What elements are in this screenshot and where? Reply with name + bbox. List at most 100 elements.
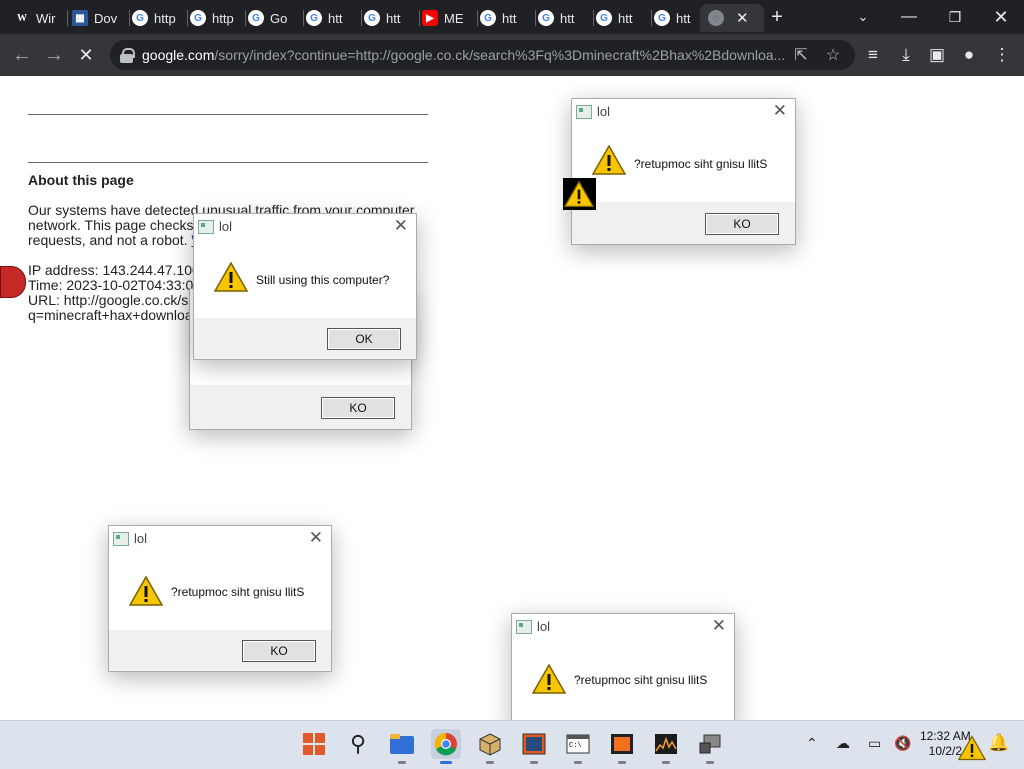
profile-icon[interactable]: ●: [956, 42, 982, 68]
tab-google-6[interactable]: G htt: [472, 4, 536, 32]
tab-wikipedia[interactable]: W Wir: [6, 4, 68, 32]
tab-google-3[interactable]: G Go: [240, 4, 304, 32]
window-icon: [516, 620, 532, 634]
performance-monitor-icon[interactable]: [651, 729, 681, 764]
ip-address: IP address: 143.244.47.100: [28, 262, 200, 278]
chevron-up-icon[interactable]: ⌃: [806, 735, 818, 752]
tab-label: Wir: [36, 10, 56, 26]
photo-icon: [522, 733, 546, 755]
dialog-message: ?retupmoc siht gnisu llitS: [171, 585, 305, 599]
minimize-button[interactable]: —: [894, 4, 924, 30]
tab-document[interactable]: ▦ Dov: [64, 4, 130, 32]
search-icon[interactable]: ⚲: [343, 729, 373, 759]
tab-google-7[interactable]: G htt: [530, 4, 594, 32]
wikipedia-icon: W: [17, 12, 27, 24]
google-icon: G: [248, 10, 264, 26]
ko-button[interactable]: KO: [705, 213, 779, 235]
terminal-icon[interactable]: C:\: [563, 729, 593, 764]
window-icon: [198, 220, 214, 234]
chrome-icon[interactable]: [431, 729, 461, 764]
tab-label: Dov: [94, 10, 118, 26]
box-icon: [479, 733, 501, 756]
dialog-message: Still using this computer?: [256, 273, 390, 287]
network-icon[interactable]: ▭: [868, 735, 881, 752]
tab-search-button[interactable]: ⌄: [848, 4, 878, 30]
warning-icon: [532, 664, 566, 694]
tab-label: htt: [328, 10, 343, 26]
console-icon: C:\: [566, 734, 590, 754]
dialog-lol-5: lol ✕ ?retupmoc siht gnisu llitS: [511, 613, 735, 735]
tab-label: Go: [270, 10, 288, 26]
new-tab-button[interactable]: +: [762, 4, 792, 30]
close-icon[interactable]: ✕: [309, 528, 323, 548]
google-icon: G: [306, 10, 322, 26]
image-app-icon[interactable]: [519, 729, 549, 764]
tab-google-5[interactable]: G htt: [356, 4, 420, 32]
warning-icon: [564, 180, 594, 208]
forward-button[interactable]: →: [41, 42, 67, 68]
warning-icon: [214, 262, 248, 292]
tab-google-8[interactable]: G htt: [588, 4, 652, 32]
window-app-icon: [611, 734, 633, 754]
google-icon: G: [538, 10, 554, 26]
side-panel-icon[interactable]: ▣: [924, 42, 950, 68]
document-icon: ▦: [72, 10, 88, 26]
address-bar[interactable]: google.com/sorry/index?continue=http://g…: [110, 40, 855, 70]
google-icon: G: [132, 10, 148, 26]
notification-bell-icon[interactable]: 🔔: [988, 733, 1009, 753]
ok-button[interactable]: OK: [327, 328, 401, 350]
warning-icon: [958, 735, 986, 761]
volume-muted-icon[interactable]: 🔇: [894, 735, 911, 752]
tab-label: http: [212, 10, 234, 26]
restore-button[interactable]: ❐: [940, 4, 970, 30]
url-text[interactable]: google.com/sorry/index?continue=http://g…: [142, 47, 792, 63]
start-button[interactable]: [299, 729, 329, 759]
tab-label: htt: [502, 10, 517, 26]
google-icon: G: [480, 10, 496, 26]
browser-toolbar: ← → ✕ google.com/sorry/index?continue=ht…: [0, 34, 1024, 76]
time-line: Time: 2023-10-02T04:33:01: [28, 277, 202, 293]
close-icon[interactable]: ✕: [773, 101, 787, 121]
taskbar: ⚲ C:\ ⌃ ☁ ▭ 🔇 12:32 AM 10/2/2 🔔: [0, 720, 1024, 769]
system-app-icon[interactable]: [695, 729, 725, 764]
windows-icon: [303, 733, 325, 755]
para-line: network. This page checks to: [28, 217, 210, 233]
youtube-icon: ▶: [422, 10, 438, 26]
window-icon: [113, 532, 129, 546]
orange-app-icon[interactable]: [607, 729, 637, 764]
menu-icon[interactable]: ⋮: [989, 42, 1015, 68]
file-explorer-icon[interactable]: [387, 729, 417, 764]
stop-button[interactable]: ✕: [73, 42, 99, 68]
tab-active[interactable]: ◌ ✕: [700, 4, 764, 32]
media-queue-icon[interactable]: ≡: [860, 42, 886, 68]
share-icon[interactable]: ⇱: [790, 44, 812, 66]
computer-icon: [699, 734, 721, 754]
graph-icon: [655, 734, 677, 754]
close-window-button[interactable]: ✕: [986, 4, 1016, 30]
google-icon: G: [190, 10, 206, 26]
dialog-title: lol: [219, 219, 233, 234]
package-app-icon[interactable]: [475, 729, 505, 764]
tab-google-2[interactable]: G http: [182, 4, 246, 32]
url-line-2: q=minecraft+hax+download: [28, 307, 201, 323]
cloud-icon[interactable]: ☁: [836, 735, 850, 752]
close-icon[interactable]: ✕: [712, 616, 726, 636]
tab-google-9[interactable]: G htt: [646, 4, 708, 32]
loading-icon: ◌: [708, 10, 724, 26]
dialog-lol-4: lol ✕ ?retupmoc siht gnisu llitS KO: [108, 525, 332, 672]
tab-google-4[interactable]: G htt: [298, 4, 362, 32]
ko-button[interactable]: KO: [321, 397, 395, 419]
warning-icon: [592, 145, 626, 175]
back-button[interactable]: ←: [9, 42, 35, 68]
close-icon[interactable]: ✕: [394, 216, 408, 236]
warning-icon: [129, 576, 163, 606]
tab-strip: W Wir ▦ Dov G http G http G Go G htt G h…: [0, 0, 1024, 34]
tab-close-icon[interactable]: ✕: [736, 9, 749, 27]
tab-youtube[interactable]: ▶ ME: [414, 4, 478, 32]
bookmark-star-icon[interactable]: ☆: [822, 44, 844, 66]
download-icon[interactable]: ⤓: [893, 42, 919, 68]
tab-google-1[interactable]: G http: [124, 4, 188, 32]
google-icon: G: [596, 10, 612, 26]
para-line: requests, and not a robot.: [28, 232, 192, 248]
ko-button[interactable]: KO: [242, 640, 316, 662]
